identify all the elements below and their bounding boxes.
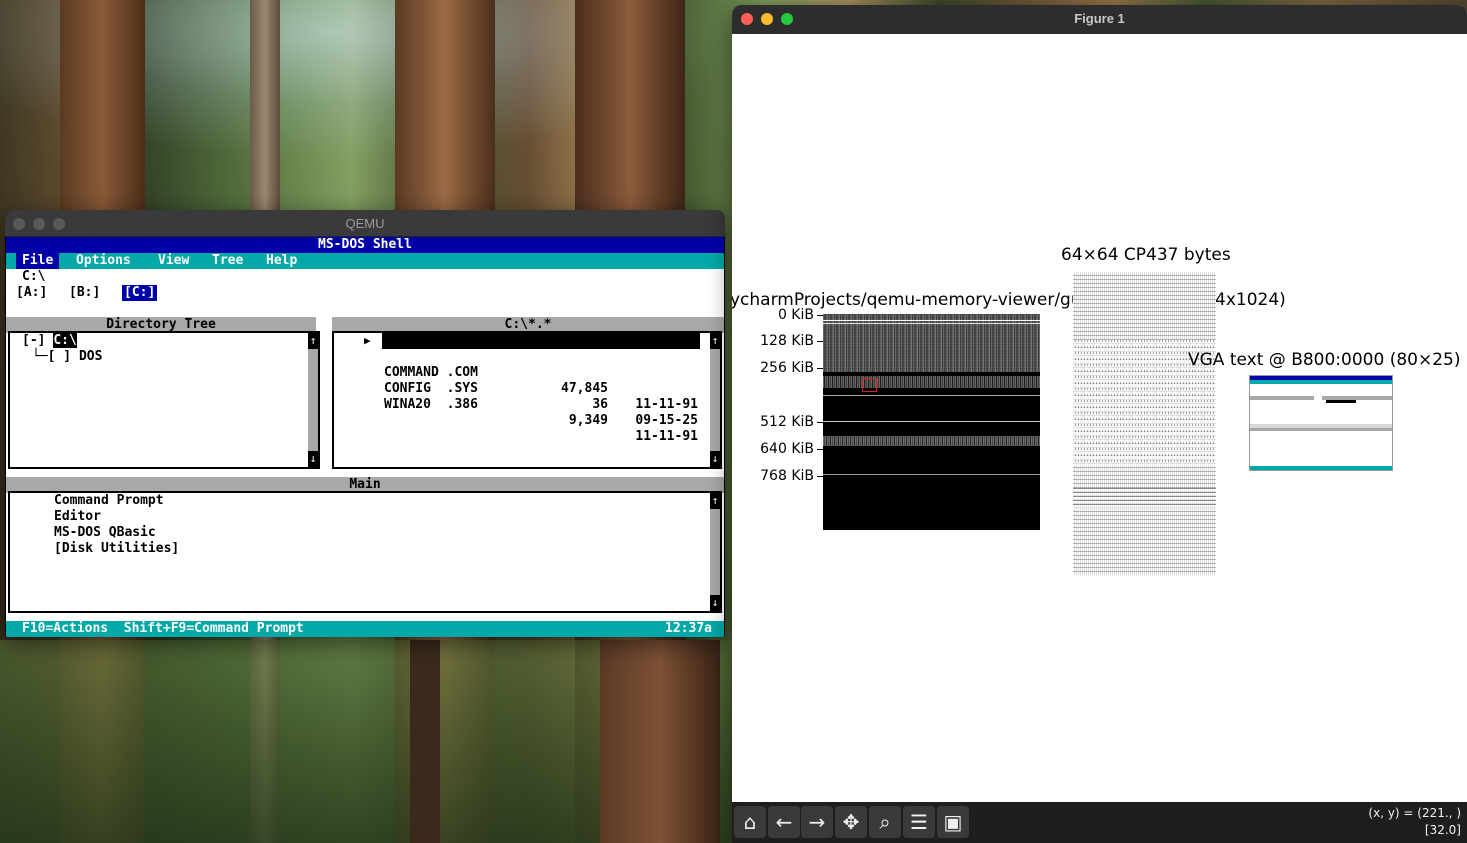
directory-tree-panel[interactable]: [-] C:\ └─[ ] DOS ↑ ↓ [8,331,320,469]
program-item[interactable]: Command Prompt [54,493,164,509]
file-row[interactable]: CONFIG .SYS 36 09-15-25 [382,365,700,428]
ytick-label: 256 KiB [760,360,814,376]
menu-help[interactable]: Help [260,253,303,269]
file-date: 09-15-25 [635,413,698,428]
file-row[interactable]: AUTOEXEC.BAT 71 09-15-25 [382,333,700,396]
menu-file[interactable]: File [16,253,60,269]
ytick-label: 512 KiB [760,414,814,430]
program-item[interactable]: Editor [54,509,101,525]
file-list-panel[interactable]: ▶ AUTOEXEC.BAT 71 09-15-25 COMMAND .COM … [332,331,722,469]
drive-b[interactable]: [B:] [69,285,100,301]
tree-marker: [-] [22,333,46,348]
scroll-down-icon[interactable]: ↓ [308,451,318,467]
dos-screen[interactable]: MS-DOS Shell File Options View Tree Help… [6,237,724,637]
shell-title: MS-DOS Shell [6,237,724,253]
scroll-up-icon[interactable]: ↑ [710,333,720,349]
coords-line1: (x, y) = (221., ) [1368,806,1461,820]
program-item[interactable]: MS-DOS QBasic [54,525,156,541]
coordinates-readout: (x, y) = (221., ) [32.0] [1368,805,1461,839]
figure-titlebar[interactable]: Figure 1 [732,5,1467,34]
pan-icon[interactable]: ✥ [835,806,867,838]
file-date: 11-11-91 [635,397,698,412]
program-scrollbar[interactable] [710,493,720,611]
scroll-up-icon[interactable]: ↑ [308,333,318,349]
vga-title: VGA text @ B800:0000 (80×25) [1188,350,1461,370]
memory-map-title-tail: 4x1024) [1215,290,1286,310]
tree-scrollbar[interactable] [308,333,318,467]
back-icon[interactable]: ← [768,806,800,838]
qemu-window[interactable]: QEMU MS-DOS Shell File Options View Tree… [5,210,725,637]
ytick-label: 768 KiB [760,468,814,484]
scroll-down-icon[interactable]: ↓ [710,595,720,611]
status-bar: F10=Actions Shift+F9=Command Prompt 12:3… [6,621,724,637]
tree-label: C:\ [53,333,77,348]
qemu-titlebar[interactable]: QEMU [5,210,725,237]
menu-tree[interactable]: Tree [206,253,249,269]
configure-icon[interactable]: ☰ [903,806,935,838]
cp437-bytes-image[interactable] [1073,272,1216,575]
file-date: 11-11-91 [635,429,698,444]
status-keys: F10=Actions Shift+F9=Command Prompt [22,621,304,636]
status-time: 12:37a [665,621,712,636]
program-item[interactable]: [Disk Utilities] [54,541,179,557]
tree-item-dos[interactable]: └─[ ] DOS [32,349,102,365]
file-scrollbar[interactable] [710,333,720,467]
scroll-up-icon[interactable]: ↑ [710,493,720,509]
menu-bar: File Options View Tree Help [6,253,724,269]
drive-a[interactable]: [A:] [16,285,47,301]
save-icon[interactable]: ▣ [937,806,969,838]
file-size: 36 [592,397,608,412]
current-path: C:\ [22,269,46,284]
ytick-label: 128 KiB [760,333,814,349]
figure-canvas[interactable]: ycharmProjects/qemu-memory-viewer/gu 4x1… [732,34,1467,802]
program-list-panel[interactable]: Command Prompt Editor MS-DOS QBasic [Dis… [8,491,722,613]
menu-view[interactable]: View [152,253,195,269]
file-row[interactable]: COMMAND .COM 47,845 11-11-91 [382,349,700,412]
tree-marker: └─[ ] [32,349,72,364]
ytick-label: 640 KiB [760,441,814,457]
cp437-title: 64×64 CP437 bytes [1061,245,1231,265]
vga-text-image[interactable] [1249,375,1393,471]
figure-toolbar: ⌂ ← → ✥ ⌕ ☰ ▣ (x, y) = (221., ) [32.0] [732,802,1467,843]
drive-c[interactable]: [C:] [122,285,158,301]
tree-label: DOS [78,349,103,364]
file-row[interactable]: WINA20 .386 9,349 11-11-91 [382,381,700,444]
selection-box [862,378,877,392]
ytick-label: 0 KiB [777,307,814,323]
home-icon[interactable]: ⌂ [734,806,766,838]
figure-title: Figure 1 [1074,11,1125,26]
tree-item-root[interactable]: [-] C:\ [22,333,77,349]
coords-line2: [32.0] [1424,823,1461,837]
scroll-down-icon[interactable]: ↓ [710,451,720,467]
menu-options[interactable]: Options [70,253,137,269]
file-name: WINA20 .386 [384,397,478,412]
figure-window[interactable]: Figure 1 ycharmProjects/qemu-memory-view… [732,5,1467,843]
window-title: QEMU [345,216,385,231]
forward-icon[interactable]: → [801,806,833,838]
selection-cursor-icon: ▶ [364,334,371,347]
memory-map-image[interactable] [823,314,1040,530]
zoom-icon[interactable]: ⌕ [869,806,901,838]
file-size: 9,349 [568,413,608,428]
